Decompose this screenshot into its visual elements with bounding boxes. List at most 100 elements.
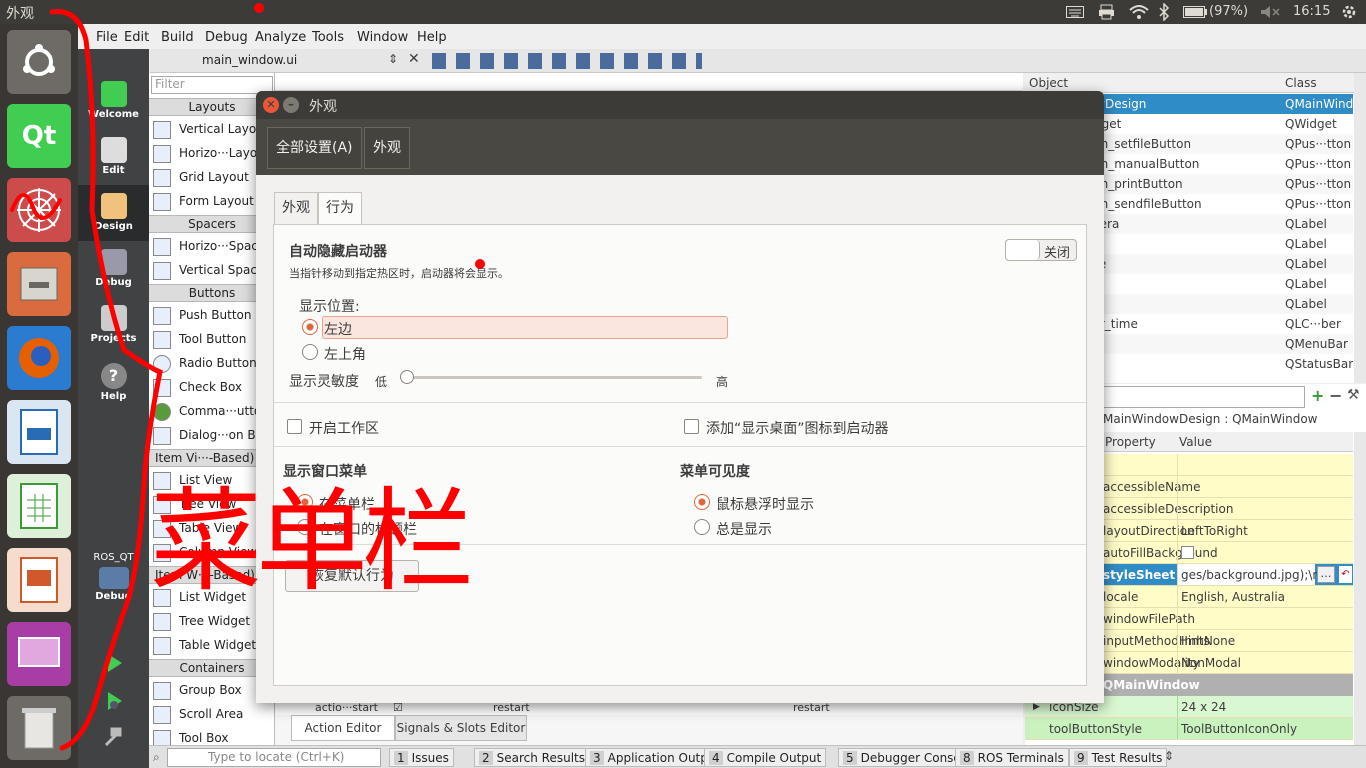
radio-in-menubar[interactable] bbox=[297, 494, 313, 510]
locator-input[interactable]: Type to locate (Ctrl+K) bbox=[167, 748, 381, 767]
output-tab-9[interactable]: 9 Test Results bbox=[1069, 748, 1168, 767]
file-combo[interactable]: main_window.ui bbox=[202, 53, 297, 67]
bluetooth-icon[interactable] bbox=[1158, 2, 1170, 25]
item-scroll-area[interactable]: Scroll Area bbox=[153, 703, 275, 725]
tab-signals-slots[interactable]: Signals & Slots Editor bbox=[395, 715, 527, 741]
ubuntu-dash-icon[interactable] bbox=[7, 30, 71, 94]
clock[interactable]: 16:15 bbox=[1293, 4, 1330, 19]
item-tool-box[interactable]: Tool Box bbox=[153, 727, 275, 745]
radio-in-titlebar[interactable] bbox=[297, 519, 313, 535]
combo-arrows-icon[interactable]: ⇕ bbox=[388, 52, 398, 66]
tab-appearance[interactable]: 外观 bbox=[274, 192, 318, 224]
debug-run-icon bbox=[107, 692, 122, 710]
tab-number: 3 bbox=[590, 751, 604, 765]
debug-run-button[interactable] bbox=[78, 689, 149, 716]
menu-window[interactable]: Window bbox=[357, 30, 408, 45]
property-name: toolButtonStyle bbox=[1049, 722, 1143, 736]
sensitivity-slider[interactable] bbox=[400, 370, 702, 384]
remove-property-icon[interactable]: − bbox=[1329, 386, 1342, 405]
output-tab-8[interactable]: 8 ROS Terminals bbox=[955, 748, 1069, 767]
wifi-icon[interactable] bbox=[1129, 4, 1149, 24]
radio-on-hover[interactable] bbox=[694, 494, 710, 510]
printer-icon[interactable] bbox=[1098, 4, 1115, 24]
tab-number: 1 bbox=[394, 751, 408, 765]
property-scrollbar[interactable] bbox=[1354, 432, 1366, 745]
radio-top-left[interactable] bbox=[302, 344, 318, 360]
property-name: locale bbox=[1103, 590, 1139, 604]
tab-behavior[interactable]: 行为 bbox=[318, 192, 362, 224]
trash-icon[interactable] bbox=[7, 696, 71, 760]
slider-knob[interactable] bbox=[400, 370, 414, 384]
output-tab-1[interactable]: 1 Issues bbox=[389, 748, 454, 767]
mode-debug[interactable]: Debug bbox=[78, 249, 149, 288]
dialog-titlebar[interactable]: ✕ – 外观 bbox=[256, 91, 1104, 119]
firefox-icon[interactable] bbox=[7, 326, 71, 390]
pane-arrows-icon[interactable]: ⇕ bbox=[1164, 749, 1174, 763]
reset-property-icon[interactable]: ↶ bbox=[1339, 566, 1352, 583]
tab-number: 9 bbox=[1074, 751, 1088, 765]
mode-projects[interactable]: Projects bbox=[78, 305, 149, 344]
property-row[interactable]: toolButtonStyle ToolButtonIconOnly bbox=[1025, 718, 1353, 740]
show-desktop-checkbox[interactable] bbox=[684, 419, 699, 434]
filter-input[interactable]: Filter bbox=[151, 76, 273, 94]
output-tab-2[interactable]: 2 Search Results bbox=[474, 748, 591, 767]
mode-help[interactable]: ? Help bbox=[78, 363, 149, 402]
menu-analyze[interactable]: Analyze bbox=[255, 30, 306, 45]
keyboard-icon[interactable] bbox=[1066, 5, 1084, 23]
minimize-window-button[interactable]: – bbox=[283, 97, 299, 113]
in-menubar-label: 在菜单栏 bbox=[319, 497, 375, 513]
tab-action-editor[interactable]: Action Editor bbox=[291, 715, 395, 741]
restore-defaults-button[interactable]: 恢复默认行为 bbox=[285, 560, 419, 592]
workspaces-checkbox[interactable] bbox=[287, 419, 302, 434]
close-document-icon[interactable]: ✕ bbox=[408, 51, 420, 67]
object-class: QStatusBar bbox=[1285, 354, 1353, 374]
writer-icon[interactable] bbox=[7, 400, 71, 464]
menu-help[interactable]: Help bbox=[417, 30, 447, 45]
menu-file[interactable]: File bbox=[96, 30, 118, 45]
property-value bbox=[1177, 498, 1181, 519]
volume-muted-icon[interactable] bbox=[1260, 5, 1280, 23]
left-option-highlight bbox=[322, 316, 728, 339]
menu-edit[interactable]: Edit bbox=[124, 30, 149, 45]
power-gear-icon[interactable] bbox=[1340, 3, 1358, 25]
autofill-checkbox[interactable] bbox=[1181, 546, 1194, 559]
kit-selector[interactable]: ROS_QT Debug bbox=[78, 552, 149, 602]
property-name: accessibleName bbox=[1103, 480, 1201, 494]
property-context: MainWindowDesign : QMainWindow bbox=[1103, 412, 1318, 426]
radio-always[interactable] bbox=[694, 519, 710, 535]
impress-icon[interactable] bbox=[7, 548, 71, 612]
build-button[interactable] bbox=[78, 725, 149, 752]
output-pane-bar: ⌕ Type to locate (Ctrl+K) 1 Issues 2 Search… bbox=[149, 745, 1366, 768]
run-button[interactable] bbox=[78, 651, 149, 678]
qt-creator-icon[interactable]: Qt bbox=[7, 104, 71, 168]
property-filter-input[interactable] bbox=[1085, 386, 1305, 408]
tab-label: Test Results bbox=[1091, 751, 1163, 765]
object-class: QLC···ber bbox=[1285, 314, 1341, 334]
spider-web-icon[interactable] bbox=[7, 178, 71, 242]
screen-icon[interactable] bbox=[7, 622, 71, 686]
mode-welcome[interactable]: Welcome bbox=[78, 81, 149, 120]
menu-build[interactable]: Build bbox=[161, 30, 194, 45]
workspaces-label: 开启工作区 bbox=[309, 421, 379, 437]
files-icon[interactable] bbox=[7, 252, 71, 316]
layout-tools-strip[interactable] bbox=[432, 53, 702, 69]
mode-design[interactable]: Design bbox=[78, 185, 149, 241]
add-property-icon[interactable]: + bbox=[1311, 386, 1324, 405]
appearance-crumb-button[interactable]: 外观 bbox=[364, 127, 410, 169]
menu-tools[interactable]: Tools bbox=[312, 30, 344, 45]
wrench-icon[interactable]: ⚒ bbox=[1347, 387, 1360, 403]
calc-icon[interactable] bbox=[7, 474, 71, 538]
autohide-toggle[interactable]: 关闭 bbox=[1005, 239, 1077, 261]
menu-debug[interactable]: Debug bbox=[205, 30, 248, 45]
all-settings-button[interactable]: 全部设置(A) bbox=[267, 127, 362, 169]
object-scrollbar[interactable] bbox=[1354, 73, 1366, 383]
push-button-icon bbox=[153, 306, 171, 325]
horizontal-layout-icon bbox=[153, 144, 171, 163]
output-tab-4[interactable]: 4 Compile Output bbox=[704, 748, 827, 767]
mode-edit[interactable]: Edit bbox=[78, 137, 149, 176]
close-window-button[interactable]: ✕ bbox=[263, 97, 279, 113]
group-box-icon bbox=[153, 681, 171, 700]
edit-stylesheet-button[interactable]: … bbox=[1317, 566, 1335, 583]
battery-icon[interactable] bbox=[1183, 6, 1207, 22]
radio-left[interactable] bbox=[302, 319, 318, 335]
